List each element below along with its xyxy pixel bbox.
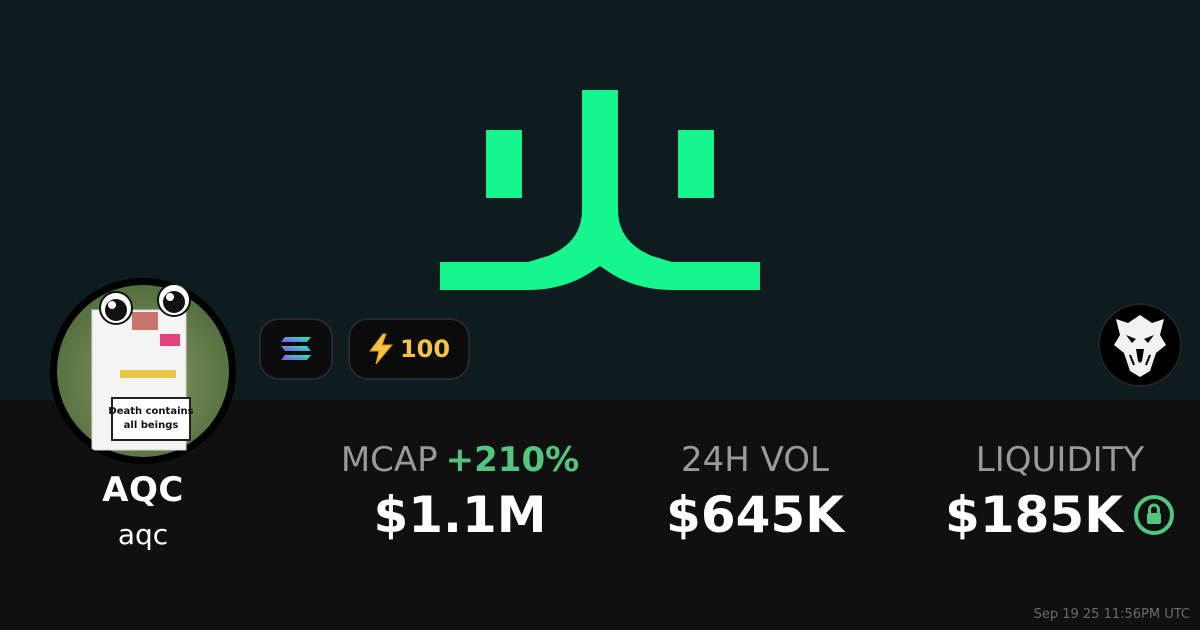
- volume-stat: 24H VOL $645K: [640, 440, 870, 544]
- liquidity-value: $185K: [945, 486, 1123, 544]
- market-cap-label-row: MCAP +210%: [330, 440, 590, 480]
- avatar-image: Death contains all beings: [57, 283, 229, 457]
- liquidity-stat: LIQUIDITY $185K: [930, 440, 1190, 544]
- token-name: aqc: [117, 518, 169, 551]
- lock-icon: [1133, 494, 1174, 535]
- brand-logo-icon: [440, 90, 760, 290]
- liquidity-value-row: $185K: [930, 486, 1190, 544]
- eagle-logo-icon[interactable]: [1098, 303, 1182, 387]
- svg-text:all beings: all beings: [124, 420, 179, 431]
- svg-text:Death contains: Death contains: [108, 406, 193, 417]
- market-cap-value: $1.1M: [373, 486, 547, 544]
- liquidity-label: LIQUIDITY: [975, 440, 1145, 480]
- solana-icon: [281, 337, 311, 360]
- token-symbol: AQC: [102, 470, 184, 510]
- timestamp: Sep 19 25 11:56PM UTC: [1033, 607, 1190, 622]
- boost-badge[interactable]: 100: [348, 318, 470, 380]
- volume-label: 24H VOL: [680, 440, 829, 480]
- chain-badge[interactable]: [259, 318, 333, 380]
- token-avatar: Death contains all beings: [50, 278, 236, 464]
- market-cap-change: +210%: [445, 440, 580, 480]
- boost-count: 100: [399, 335, 451, 363]
- market-cap-stat: MCAP +210% $1.1M: [330, 440, 590, 544]
- lightning-icon: [368, 333, 394, 365]
- token-card: Death contains all beings 100 AQC aqc MC…: [0, 0, 1200, 630]
- volume-value: $645K: [666, 486, 844, 544]
- market-cap-label: MCAP: [340, 440, 438, 480]
